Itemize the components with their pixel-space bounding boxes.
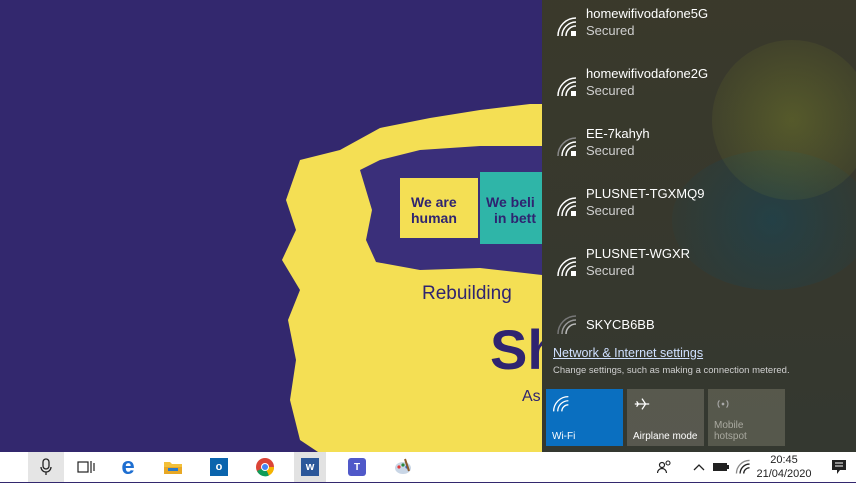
wifi-icon: [557, 315, 577, 335]
network-item[interactable]: homewifivodafone5G Secured: [542, 0, 856, 56]
we-believe-text: We beli in bett: [486, 194, 536, 226]
we-are-text: We are human: [411, 194, 457, 226]
clock-time: 20:45: [770, 454, 798, 466]
people-icon[interactable]: [654, 456, 676, 478]
network-name: homewifivodafone5G: [586, 6, 709, 21]
task-view-icon[interactable]: [75, 456, 97, 478]
network-flyout: homewifivodafone5G Secured homewifivodaf…: [542, 0, 856, 452]
network-name: EE-7kahyh: [586, 126, 650, 141]
tile-label-line: hotspot: [714, 431, 747, 442]
wallpaper-line: in bett: [494, 210, 536, 226]
airplane-icon: [634, 398, 650, 410]
edge-icon[interactable]: e: [117, 455, 139, 479]
battery-icon[interactable]: [710, 456, 732, 478]
wifi-secured-icon: [557, 257, 577, 277]
network-status: Secured: [586, 143, 635, 158]
tile-label: Airplane mode: [633, 431, 698, 442]
teams-icon[interactable]: T: [346, 456, 368, 478]
wifi-secured-icon: [557, 197, 577, 217]
tile-label: Mobile hotspot: [714, 420, 747, 442]
mobile-hotspot-tile[interactable]: Mobile hotspot: [708, 389, 785, 446]
tile-label-line: Mobile: [714, 420, 744, 431]
outlook-icon[interactable]: o: [208, 456, 230, 478]
network-item[interactable]: EE-7kahyh Secured: [542, 120, 856, 176]
wifi-toggle-tile[interactable]: Wi-Fi: [546, 389, 623, 446]
wifi-icon[interactable]: [732, 456, 754, 478]
network-item[interactable]: PLUSNET-WGXR Secured: [542, 240, 856, 296]
network-settings-link[interactable]: Network & Internet settings: [553, 346, 703, 360]
wifi-secured-icon: [557, 77, 577, 97]
network-name: SKYCB6BB: [586, 317, 655, 332]
chevron-up-icon[interactable]: [688, 456, 710, 478]
paint-icon[interactable]: [392, 456, 414, 478]
network-status: Secured: [586, 23, 635, 38]
network-settings-description: Change settings, such as making a connec…: [553, 365, 790, 376]
action-center-icon[interactable]: [828, 456, 850, 478]
file-explorer-icon[interactable]: [162, 456, 184, 478]
network-item[interactable]: homewifivodafone2G Secured: [542, 60, 856, 116]
network-name: homewifivodafone2G: [586, 66, 709, 81]
microphone-icon[interactable]: [28, 452, 64, 482]
wallpaper-line: We beli: [486, 194, 535, 210]
tile-label: Wi-Fi: [552, 431, 576, 442]
network-item[interactable]: PLUSNET-TGXMQ9 Secured: [542, 180, 856, 236]
taskbar-clock[interactable]: 20:45 21/04/2020: [754, 452, 814, 483]
wifi-secured-icon: [557, 137, 577, 157]
airplane-mode-tile[interactable]: Airplane mode: [627, 389, 704, 446]
wifi-icon: [552, 395, 569, 412]
network-item[interactable]: SKYCB6BB: [542, 300, 856, 336]
network-status: Secured: [586, 263, 635, 278]
rebuilding-text: Rebuilding: [422, 283, 512, 304]
chrome-icon[interactable]: [254, 456, 276, 478]
as-text: As: [522, 388, 541, 405]
network-status: Secured: [586, 203, 635, 218]
word-icon[interactable]: w: [294, 452, 326, 482]
network-name: PLUSNET-TGXMQ9: [586, 186, 705, 201]
wallpaper-line: We are: [411, 194, 457, 210]
taskbar: e o w T: [0, 452, 856, 482]
wallpaper-line: human: [411, 210, 457, 226]
clock-date: 21/04/2020: [756, 468, 812, 480]
network-status: Secured: [586, 83, 635, 98]
network-name: PLUSNET-WGXR: [586, 246, 691, 261]
hotspot-icon: [717, 400, 729, 408]
wifi-secured-icon: [557, 17, 577, 37]
